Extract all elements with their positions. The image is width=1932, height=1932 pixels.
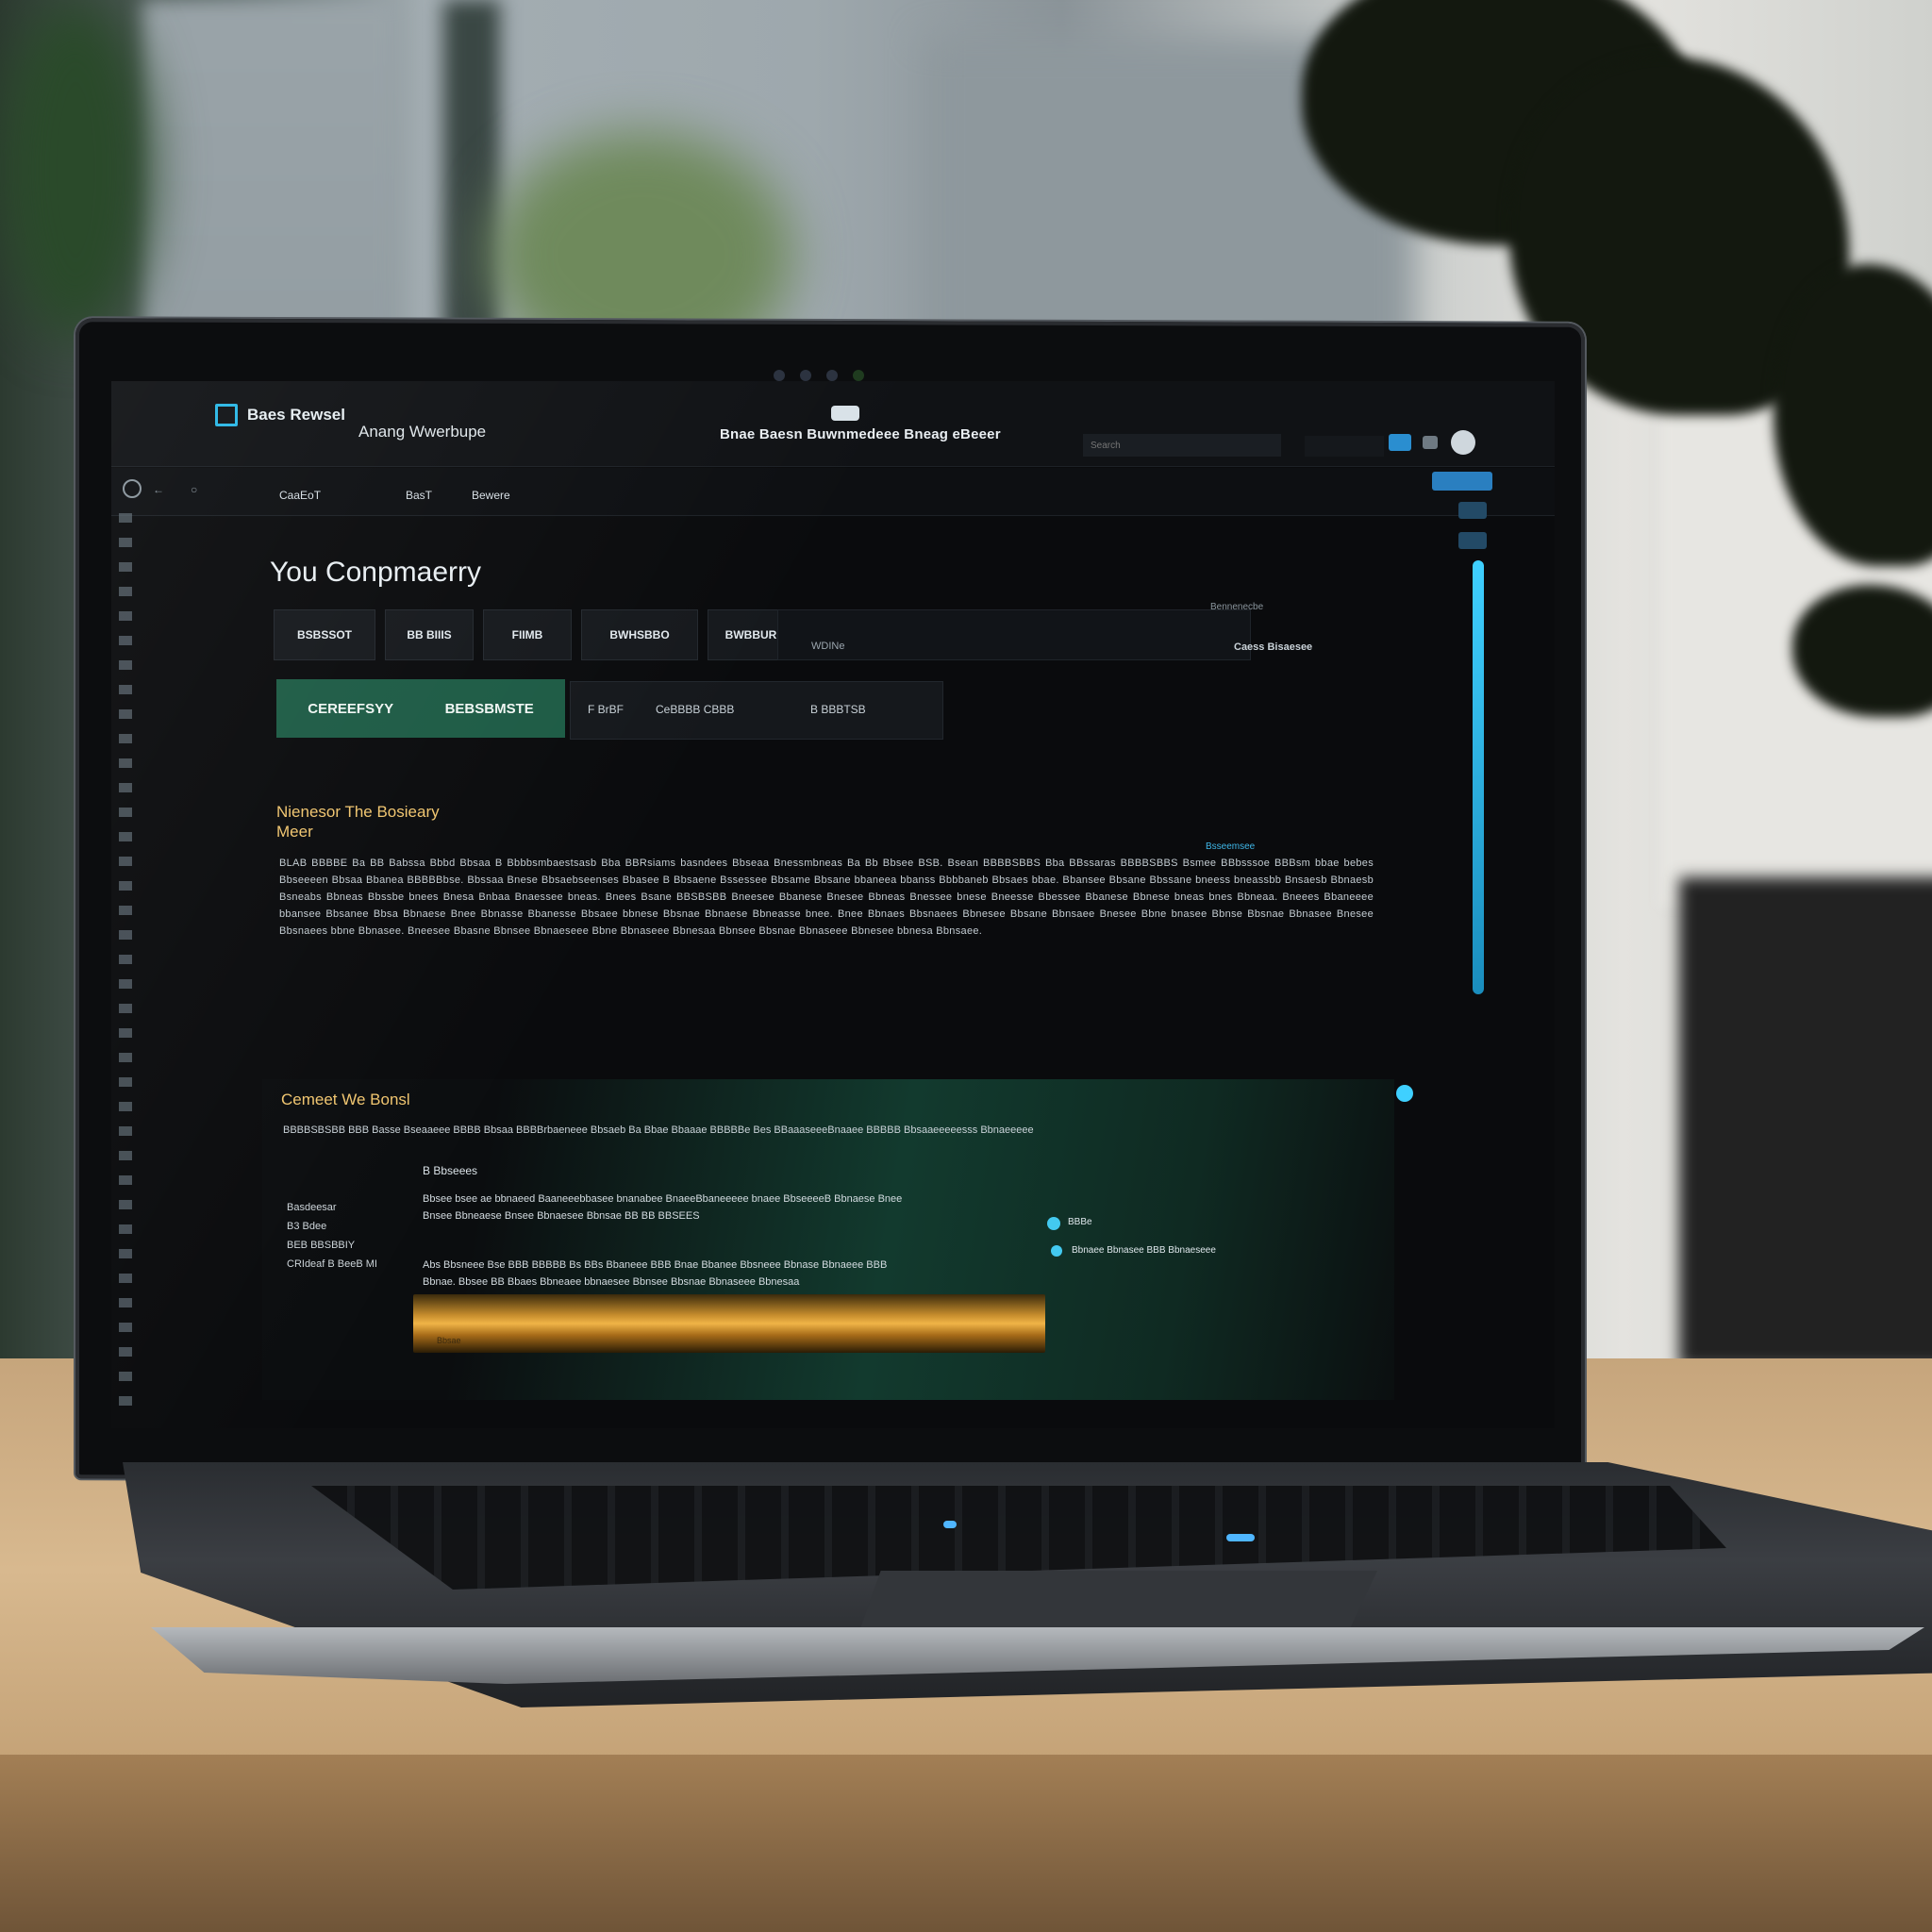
menu-item[interactable]: Bewere — [472, 489, 510, 502]
section-heading: Nienesor The Bosieary Meer — [276, 802, 440, 841]
search-input[interactable] — [1083, 434, 1281, 457]
tab[interactable]: BSBSSOT — [274, 609, 375, 660]
key-backlight — [943, 1521, 957, 1528]
panel-summary: BBBBSBSBB BBB Basse Bseaaeee BBBB Bbsaa … — [283, 1124, 1034, 1136]
back-arrow-icon[interactable]: ← — [153, 483, 164, 496]
tab[interactable]: BWHSBBO — [581, 609, 698, 660]
panel-label: B3 Bdee — [287, 1221, 327, 1232]
notification-icon[interactable] — [1423, 436, 1438, 449]
filter-field[interactable] — [1305, 436, 1384, 457]
brand[interactable]: Baes Rewsel — [215, 404, 345, 426]
secondary-action[interactable]: CeBBBB CBBB — [656, 703, 734, 716]
scrollbar[interactable] — [1473, 560, 1484, 994]
top-chip[interactable] — [831, 406, 859, 421]
panel-chip[interactable]: Bbnaee Bbnasee BBB Bbnaeseee — [1072, 1245, 1216, 1256]
search-button[interactable] — [1389, 434, 1411, 451]
brand-name: Baes Rewsel — [247, 406, 345, 424]
tab-bar: BSBSSOT BB BIIIS FIIMB BWHSBBO BWBBURES — [274, 609, 809, 660]
laptop-screen: Baes Rewsel Anang Wwerbupe Bnae Baesn Bu… — [111, 381, 1555, 1428]
line-gutter — [119, 513, 132, 1419]
home-icon[interactable] — [123, 479, 142, 498]
tab-wide-meta: Bennenecbe — [1210, 602, 1264, 612]
panel-label: CRIdeaf B BeeB MI — [287, 1258, 377, 1270]
tab-wide-field[interactable] — [777, 609, 1251, 660]
section-tag[interactable]: Bsseemsee — [1206, 841, 1255, 852]
primary-action-label: CEREEFSYY — [308, 700, 394, 717]
secondary-action-group[interactable]: F BrBF CeBBBB CBBB B BBBTSB — [570, 681, 943, 740]
panel-text: Bbsee bsee ae bbnaeed Baaneeebbasee bnan… — [423, 1193, 903, 1222]
top-title: Bnae Baesn Buwnmedeee Bneag eBeeer — [720, 426, 1001, 442]
dark-cabinet — [1679, 877, 1932, 1368]
side-action-button[interactable] — [1432, 472, 1492, 491]
brand-logo-icon — [215, 404, 238, 426]
panel-title: Cemeet We Bonsl — [281, 1091, 410, 1108]
tab[interactable]: FIIMB — [483, 609, 572, 660]
avatar[interactable] — [1451, 430, 1475, 455]
status-dot-icon — [1051, 1245, 1062, 1257]
top-bar: Baes Rewsel Anang Wwerbupe Bnae Baesn Bu… — [111, 381, 1555, 467]
desk-edge — [0, 1755, 1932, 1932]
secondary-action[interactable]: F BrBF — [588, 703, 624, 716]
tab[interactable]: BB BIIIS — [385, 609, 474, 660]
refresh-icon[interactable]: ○ — [191, 483, 197, 496]
status-dot-icon — [1047, 1217, 1060, 1230]
panel-image[interactable] — [413, 1294, 1045, 1353]
panel-image-caption: Bbsae — [437, 1336, 461, 1345]
panel-chip[interactable]: BBBe — [1068, 1217, 1092, 1227]
tab-wide-meta-right[interactable]: Caess Bisaesee — [1234, 641, 1312, 653]
section-heading-line: Meer — [276, 823, 313, 841]
blurred-foliage — [0, 0, 151, 340]
panel-status-dot[interactable] — [1396, 1085, 1413, 1102]
section-heading-line: Nienesor The Bosieary — [276, 803, 440, 821]
panel-label-list: Basdeesar B3 Bdee BEB BBSBBIY CRIdeaf B … — [287, 1198, 377, 1274]
side-toggle-button[interactable] — [1458, 532, 1487, 549]
primary-action-button[interactable]: CEREEFSYY BEBSBMSTE — [276, 679, 565, 738]
panel-text: Abs Bbsneee Bse BBB BBBBB Bs BBs Bbaneee… — [423, 1259, 888, 1288]
secondary-action[interactable]: B BBBTSB — [810, 703, 866, 716]
brand-subtitle[interactable]: Anang Wwerbupe — [358, 423, 486, 441]
panel-label: BEB BBSBBIY — [287, 1240, 356, 1251]
menu-item[interactable]: BasT — [406, 489, 432, 502]
menu-item[interactable]: CaaEoT — [279, 489, 321, 502]
primary-action-label: BEBSBMSTE — [444, 700, 534, 717]
panel-label: Basdeesar — [287, 1202, 337, 1213]
webcam — [774, 370, 864, 381]
tab-wide-label: WDINe — [811, 641, 845, 652]
page-title: You Conpmaerry — [270, 557, 482, 588]
menu-bar: ← ○ CaaEoT BasT Bewere — [111, 468, 1555, 516]
side-toggle-button[interactable] — [1458, 502, 1487, 519]
panel-subheading: B Bbseees — [423, 1164, 478, 1177]
body-paragraph: BLAB BBBBE Ba BB Babssa Bbbd Bbsaa B Bbb… — [279, 858, 1374, 937]
key-backlight — [1226, 1534, 1255, 1541]
